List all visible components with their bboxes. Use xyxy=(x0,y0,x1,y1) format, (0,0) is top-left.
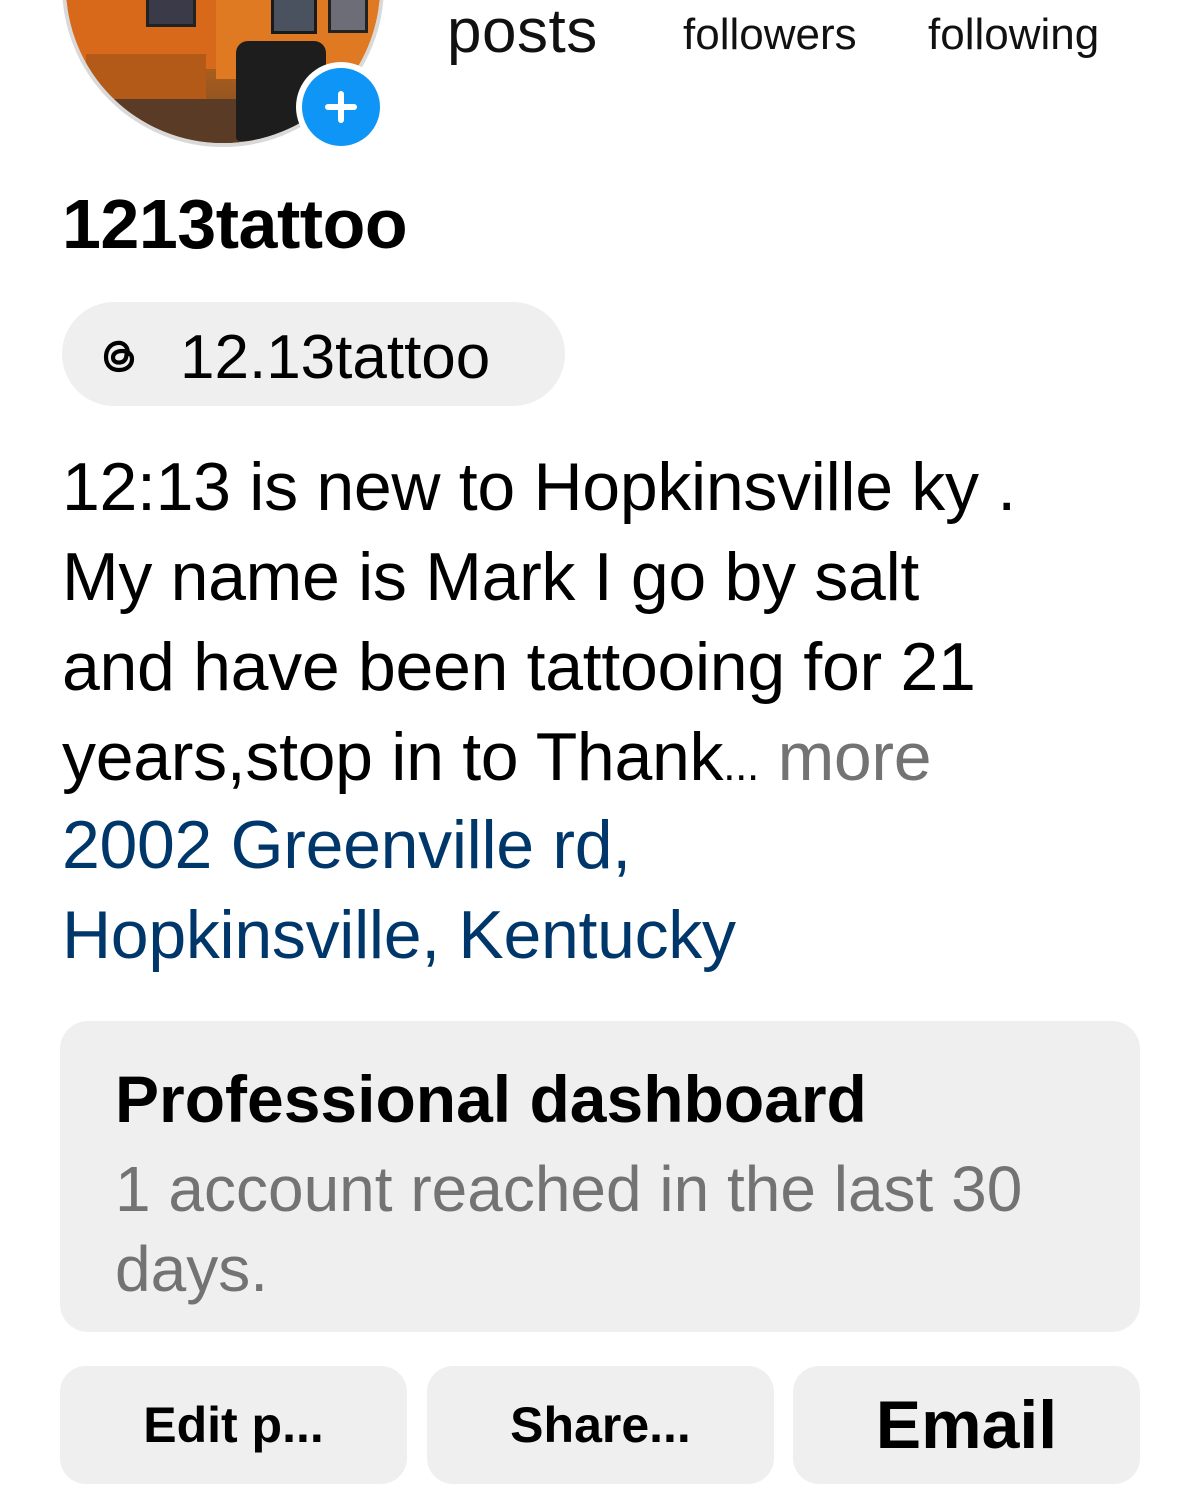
bio-line: years,stop in to Thank xyxy=(62,719,724,795)
address-line: 2002 Greenville rd, xyxy=(62,807,631,883)
profile-page: posts followers following 1213tattoo 12.… xyxy=(0,0,1200,1500)
address-line: Hopkinsville, Kentucky xyxy=(62,897,736,973)
professional-dashboard-card[interactable]: Professional dashboard 1 account reached… xyxy=(60,1021,1140,1332)
dashboard-title: Professional dashboard xyxy=(115,1062,867,1136)
edit-profile-button[interactable]: Edit p... xyxy=(60,1366,407,1484)
threads-badge-button[interactable]: 12.13tattoo xyxy=(62,302,565,406)
profile-username: 1213tattoo xyxy=(62,185,408,263)
threads-handle: 12.13tattoo xyxy=(180,323,491,392)
avatar-photo-frame xyxy=(328,0,368,33)
bio-last-line: years,stop in to Thank... more xyxy=(62,712,1172,811)
share-profile-button[interactable]: Share... xyxy=(427,1366,774,1484)
avatar-photo-frame xyxy=(271,0,317,34)
bio-ellipsis: ... xyxy=(723,741,759,790)
threads-icon xyxy=(103,340,135,373)
avatar-photo-frame xyxy=(146,0,196,27)
plus-icon xyxy=(302,68,380,146)
bio-line: My name is Mark I go by salt xyxy=(62,539,919,615)
dashboard-subtitle: 1 account reached in the last 30 days. xyxy=(115,1153,1023,1305)
bio-line: 12:13 is new to Hopkinsville ky . xyxy=(62,449,1016,525)
bio-more-link[interactable]: more xyxy=(778,719,932,795)
profile-bio: 12:13 is new to Hopkinsville ky . My nam… xyxy=(62,442,1172,811)
add-story-button[interactable] xyxy=(296,62,386,152)
bio-line: and have been tattooing for 21 xyxy=(62,629,976,705)
posts-stat-label[interactable]: posts xyxy=(447,0,598,67)
followers-stat-label[interactable]: followers xyxy=(683,10,857,60)
address-link[interactable]: 2002 Greenville rd, Hopkinsville, Kentuc… xyxy=(62,800,736,980)
following-stat-label[interactable]: following xyxy=(928,10,1099,60)
email-button[interactable]: Email xyxy=(793,1366,1140,1484)
